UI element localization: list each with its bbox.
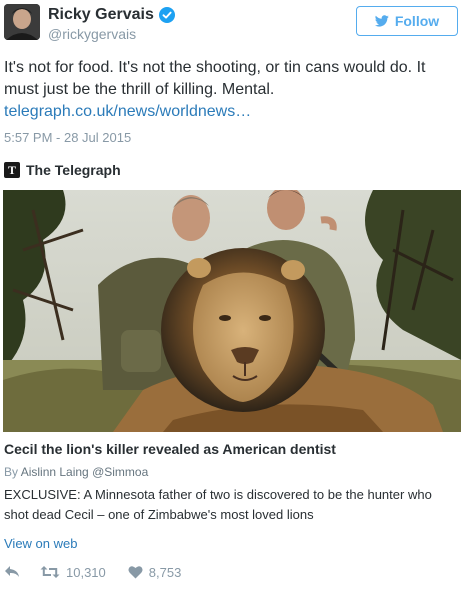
reply-icon: [5, 566, 19, 577]
like-button[interactable]: 8,753: [128, 564, 182, 580]
view-on-web-link[interactable]: View on web: [4, 536, 77, 551]
card-byline: By Aislinn Laing @Simmoa: [4, 465, 148, 479]
retweet-icon: [40, 566, 60, 578]
verified-badge-icon: [158, 7, 175, 23]
display-name[interactable]: Ricky Gervais: [48, 6, 154, 24]
retweet-count: 10,310: [66, 564, 106, 580]
retweet-button[interactable]: 10,310: [40, 565, 106, 580]
follow-label: Follow: [394, 13, 440, 29]
avatar[interactable]: [4, 4, 40, 40]
tweet-actions: 10,310 8,753: [4, 563, 181, 581]
byline-author[interactable]: Aislinn Laing: [21, 465, 89, 479]
byline-prefix: By: [4, 465, 21, 479]
tweet-link[interactable]: telegraph.co.uk/news/worldnews…: [4, 103, 251, 120]
reply-button[interactable]: [4, 565, 20, 579]
timestamp[interactable]: 5:57 PM - 28 Jul 2015: [4, 130, 131, 145]
card-source[interactable]: T The Telegraph: [4, 161, 121, 179]
tweet-text: It's not for food. It's not the shooting…: [4, 57, 444, 123]
follow-button[interactable]: Follow: [356, 6, 458, 36]
like-count: 8,753: [148, 564, 182, 580]
name-row: Ricky Gervais: [48, 5, 175, 25]
tweet-body: It's not for food. It's not the shooting…: [4, 59, 426, 98]
telegraph-logo-icon: T: [4, 162, 20, 178]
tweet-header: Ricky Gervais @rickygervais Follow: [0, 0, 468, 50]
handle[interactable]: @rickygervais: [48, 26, 136, 42]
heart-icon: [128, 566, 143, 579]
card-image[interactable]: [3, 190, 461, 432]
source-name: The Telegraph: [26, 162, 121, 178]
twitter-bird-icon: [374, 15, 389, 27]
byline-handle[interactable]: @Simmoa: [92, 465, 148, 479]
card-title[interactable]: Cecil the lion's killer revealed as Amer…: [4, 441, 336, 457]
card-description: EXCLUSIVE: A Minnesota father of two is …: [4, 487, 432, 522]
